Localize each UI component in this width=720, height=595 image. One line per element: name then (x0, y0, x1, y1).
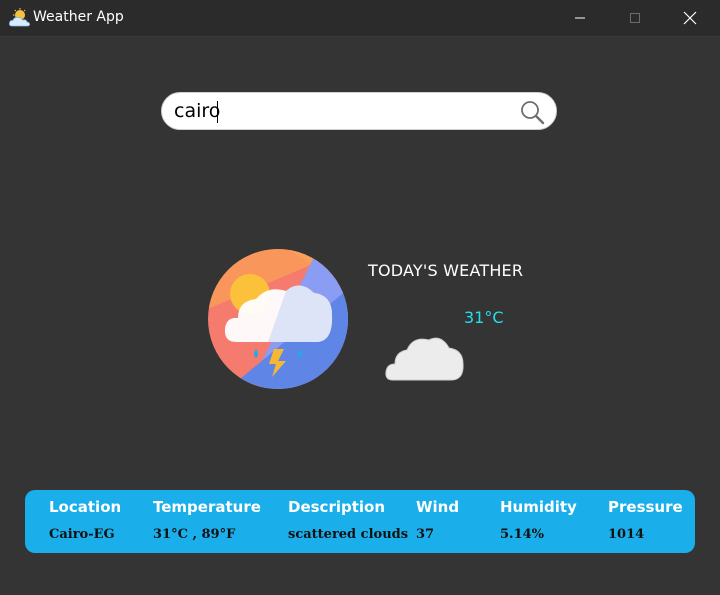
location-value: Cairo-EG (49, 527, 115, 542)
temperature-value: 31°C (464, 308, 504, 327)
weather-heading: TODAY'S WEATHER (368, 261, 524, 280)
humidity-header: Humidity (500, 498, 577, 516)
wind-value: 37 (416, 527, 435, 542)
description-header: Description (288, 498, 386, 516)
sun-cloud-icon (9, 8, 30, 27)
description-value: scattered clouds (288, 527, 409, 542)
maximize-icon (630, 13, 640, 23)
minimize-icon (575, 17, 585, 19)
storm-cloud-sun-icon (208, 249, 348, 389)
close-icon (683, 11, 697, 25)
minimize-button[interactable] (557, 0, 603, 36)
search-input[interactable] (174, 96, 514, 126)
pressure-value: 1014 (608, 527, 645, 542)
close-button[interactable] (667, 0, 713, 36)
maximize-button[interactable] (612, 0, 658, 36)
location-header: Location (49, 498, 122, 516)
cloud-icon (385, 337, 464, 381)
temperature-header: Temperature (153, 498, 261, 516)
humidity-value: 5.14% (500, 527, 545, 542)
search-icon[interactable] (519, 99, 545, 125)
text-cursor (217, 101, 218, 123)
window-title: Weather App (33, 9, 124, 25)
wind-header: Wind (416, 498, 460, 516)
title-bar: Weather App (0, 0, 720, 37)
search-box[interactable] (161, 92, 557, 130)
weather-info-panel: Location Cairo-EG Temperature 31°C , 89°… (25, 490, 695, 553)
temperature-detail-value: 31°C , 89°F (153, 527, 236, 542)
pressure-header: Pressure (608, 498, 683, 516)
